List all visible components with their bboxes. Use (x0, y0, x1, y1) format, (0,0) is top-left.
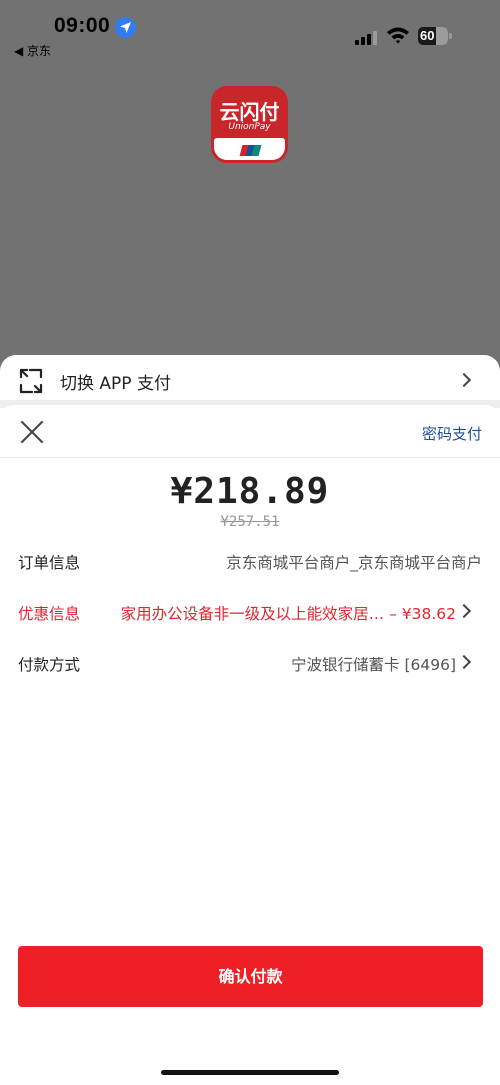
payment-amount: ¥218.89 (170, 471, 330, 512)
status-time: 09:00 (54, 14, 111, 37)
location-arrow-icon (115, 17, 136, 38)
password-pay-link[interactable]: 密码支付 (422, 423, 482, 444)
switch-app-label: 切换 APP 支付 (60, 374, 171, 394)
back-to-app-link[interactable]: ◀ 京东 (14, 42, 51, 59)
logo-text-en: UnionPay (228, 122, 271, 132)
discount-info-label: 优惠信息 (18, 605, 81, 623)
switch-app-icon (17, 367, 45, 395)
battery-icon: 60 (418, 27, 452, 45)
home-indicator[interactable] (161, 1070, 339, 1075)
order-info-value: 京东商城平台商户_京东商城平台商户 (226, 554, 482, 572)
payment-method-row[interactable]: 付款方式 宁波银行储蓄卡 [6496] (0, 653, 500, 683)
original-amount: ¥257.51 (220, 514, 280, 530)
chevron-right-icon (456, 372, 472, 388)
close-icon[interactable] (20, 420, 44, 444)
chevron-right-icon (456, 603, 472, 619)
battery-level: 60 (420, 28, 435, 43)
order-info-label: 订单信息 (18, 554, 81, 572)
cellular-signal-icon (355, 30, 379, 45)
chevron-right-icon (456, 654, 472, 670)
unionpay-stripes-icon (239, 145, 262, 156)
order-info-row: 订单信息 京东商城平台商户_京东商城平台商户 (0, 551, 500, 581)
payment-method-label: 付款方式 (18, 656, 81, 674)
payment-sheet: 密码支付 ¥218.89 ¥257.51 订单信息 京东商城平台商户_京东商城平… (0, 405, 500, 1085)
payment-method-value: 宁波银行储蓄卡 [6496] (291, 656, 456, 674)
confirm-payment-button[interactable]: 确认付款 (18, 946, 483, 1007)
discount-info-row[interactable]: 优惠信息 家用办公设备非一级及以上能效家居… – ¥38.62 (0, 602, 500, 632)
logo-text-cn: 云闪付 (219, 100, 280, 124)
wifi-icon (386, 26, 410, 48)
discount-info-value: 家用办公设备非一级及以上能效家居… – ¥38.62 (120, 605, 456, 623)
status-bar: 09:00 ◀ 京东 60 (0, 0, 500, 64)
unionpay-app-logo: 云闪付 UnionPay (211, 86, 288, 163)
divider (0, 457, 500, 458)
